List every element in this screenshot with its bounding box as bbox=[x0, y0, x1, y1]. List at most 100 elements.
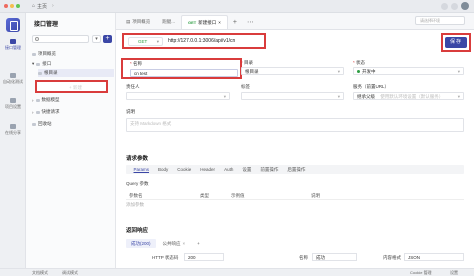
gear-icon bbox=[10, 98, 16, 103]
minimize-window-dot[interactable] bbox=[10, 4, 14, 8]
save-button[interactable]: 保存 bbox=[445, 37, 467, 48]
tree-item-trash[interactable]: 回收站 bbox=[32, 120, 114, 128]
name-input[interactable]: cn test bbox=[130, 69, 238, 77]
tree-item-overview[interactable]: 项目概览 bbox=[32, 50, 114, 58]
name-highlight: * 名称 cn test bbox=[121, 58, 242, 79]
tab-settings[interactable]: 设置 bbox=[238, 167, 256, 173]
lightning-icon bbox=[35, 110, 40, 114]
http-status-input[interactable]: 200 bbox=[184, 253, 224, 261]
close-window-dot[interactable] bbox=[4, 4, 8, 8]
search-icon bbox=[35, 37, 39, 41]
tree-item-quick-request[interactable]: › 快捷请求 bbox=[32, 108, 114, 116]
column-header: 示例值 bbox=[231, 193, 245, 198]
help-icon[interactable] bbox=[451, 2, 458, 10]
tab-cookie[interactable]: Cookie bbox=[173, 167, 196, 172]
content-format-label: 内容格式 bbox=[383, 255, 401, 260]
maximize-window-dot[interactable] bbox=[16, 4, 20, 8]
tree-item-label: 回收站 bbox=[38, 121, 52, 126]
add-tab-button[interactable]: + bbox=[228, 15, 242, 29]
filter-button[interactable]: ▾ bbox=[92, 35, 101, 43]
more-tabs-button[interactable]: ⋯ bbox=[242, 15, 259, 29]
chevron-down-icon: ▾ bbox=[337, 94, 340, 99]
tab-header[interactable]: Header bbox=[196, 167, 220, 172]
tag-select[interactable]: ▾ bbox=[241, 92, 344, 100]
chevron-right-icon: › bbox=[32, 109, 34, 115]
app-logo bbox=[6, 18, 20, 32]
rail-item-project-settings[interactable]: 项目设置 bbox=[0, 98, 26, 110]
chevron-down-icon: ▾ bbox=[457, 94, 460, 99]
method-value: GET bbox=[138, 39, 148, 44]
dir-select[interactable]: 根目录 ▾ bbox=[241, 67, 344, 75]
tab-project-overview[interactable]: ▤ 项目概览 bbox=[120, 15, 156, 29]
tab-pre-actions[interactable]: 前置操作 bbox=[256, 167, 283, 173]
description-textarea[interactable]: 支持 Markdown 格式 bbox=[126, 118, 464, 132]
chevron-down-icon: ▾ bbox=[337, 69, 340, 74]
chevron-right-icon: › bbox=[32, 97, 34, 103]
close-icon[interactable]: × bbox=[183, 241, 186, 246]
tree-item-label: 数据模型 bbox=[41, 97, 60, 102]
tab-new-api[interactable]: GET 新建接口 × bbox=[181, 15, 228, 29]
file-icon bbox=[32, 52, 36, 56]
settings-button[interactable]: 设置 bbox=[450, 270, 458, 276]
rail-item-share[interactable]: 在线分享 bbox=[0, 124, 26, 136]
service-select[interactable]: 继承父级 使用默认环境设置（默认服务） ▾ bbox=[353, 92, 464, 100]
response-tab-common[interactable]: 公共响应 × bbox=[158, 239, 191, 248]
chevron-down-icon: ▾ bbox=[156, 39, 159, 44]
tab-label: 跑腿... bbox=[162, 19, 176, 24]
tree-search-input[interactable] bbox=[32, 35, 89, 43]
rail-item-label: 在线分享 bbox=[5, 130, 21, 135]
doc-mode-button[interactable]: 文档模式 bbox=[32, 270, 48, 276]
tab-label: 新建接口 bbox=[198, 19, 217, 25]
status-bar: 文档模式 调试模式 Cookie 管理 设置 bbox=[0, 268, 474, 276]
cookie-manager-button[interactable]: Cookie 管理 bbox=[410, 270, 432, 276]
home-label: 主页 bbox=[37, 3, 48, 10]
rail-item-auto-test[interactable]: 自动化测试 bbox=[0, 73, 26, 85]
debug-mode-button[interactable]: 调试模式 bbox=[62, 270, 78, 276]
tab-icon: ▤ bbox=[126, 19, 131, 24]
environment-select[interactable]: 请选择环境 bbox=[415, 16, 465, 25]
close-icon[interactable]: × bbox=[218, 20, 221, 25]
app-rail: 接口管理 自动化测试 项目设置 在线分享 bbox=[0, 13, 26, 276]
tree-item-label: 接口 bbox=[42, 61, 52, 66]
response-name-input[interactable]: 成功 bbox=[312, 253, 357, 261]
url-input[interactable]: http://127.0.0.1:3006/api/v1/cn bbox=[168, 37, 263, 46]
rail-item-api-manage[interactable]: 接口管理 bbox=[0, 39, 26, 51]
column-header: 类型 bbox=[200, 193, 209, 198]
response-tab-success[interactable]: 成功(200) bbox=[126, 239, 156, 248]
bell-icon[interactable] bbox=[441, 2, 448, 10]
tree-item-api[interactable]: ▾ 接口 bbox=[32, 60, 114, 68]
add-param-button[interactable]: 添加参数 bbox=[126, 202, 144, 208]
home-icon: ⌂ bbox=[32, 3, 36, 9]
chevron-right-icon: › bbox=[52, 3, 54, 9]
request-params-title: 请求参数 bbox=[126, 156, 149, 162]
tree-item-data-model[interactable]: › 数据模型 bbox=[32, 96, 114, 104]
save-highlight: 保存 bbox=[441, 33, 471, 52]
tab-second[interactable]: 跑腿... bbox=[156, 15, 181, 29]
owner-select[interactable]: ▾ bbox=[126, 92, 230, 100]
tab-method: GET bbox=[188, 20, 197, 25]
add-button[interactable]: + bbox=[103, 35, 112, 43]
home-tab[interactable]: ⌂ 主页 bbox=[32, 3, 47, 10]
avatar[interactable] bbox=[461, 2, 469, 10]
tab-params[interactable]: Params bbox=[129, 167, 154, 172]
request-params-tabs: Params Body Cookie Header Auth 设置 前置操作 后… bbox=[126, 165, 464, 174]
status-select[interactable]: 开发中 ▾ bbox=[353, 67, 464, 75]
tab-auth[interactable]: Auth bbox=[220, 167, 238, 172]
column-header: 说明 bbox=[311, 193, 320, 198]
tree-item-label: 项目概览 bbox=[38, 51, 56, 56]
rail-item-label: 项目设置 bbox=[5, 104, 21, 109]
tab-body[interactable]: Body bbox=[154, 167, 173, 172]
folder-icon bbox=[36, 62, 41, 66]
tab-post-actions[interactable]: 后置操作 bbox=[283, 167, 310, 173]
chevron-down-icon: ▾ bbox=[457, 69, 460, 74]
share-icon bbox=[10, 124, 16, 129]
content-format-select[interactable]: JSON bbox=[404, 253, 464, 261]
tree-item-root-dir[interactable]: 根目录 bbox=[38, 69, 114, 77]
model-icon bbox=[35, 98, 40, 102]
url-highlight: GET ▾ http://127.0.0.1:3006/api/v1/cn bbox=[122, 33, 266, 49]
new-item-highlight[interactable]: + 新建 bbox=[35, 80, 108, 93]
method-select[interactable]: GET ▾ bbox=[128, 37, 163, 46]
name-label: * 名称 bbox=[130, 61, 143, 66]
tab-label: 项目概览 bbox=[132, 19, 151, 24]
add-response-button[interactable]: + bbox=[192, 239, 205, 248]
